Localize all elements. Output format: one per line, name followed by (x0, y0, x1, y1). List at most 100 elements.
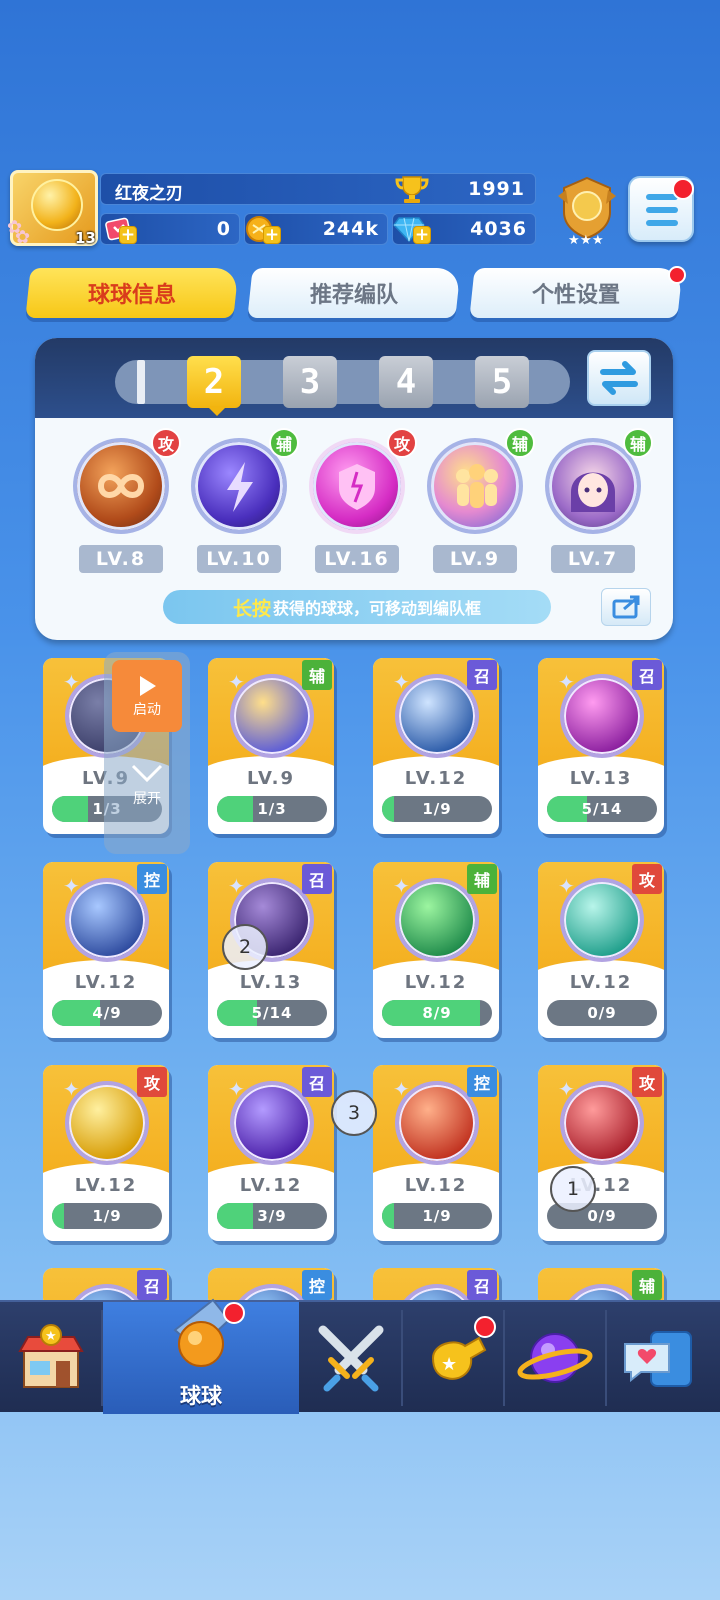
card-level: LV.12 (239, 1175, 303, 1196)
support-tag: 辅 (623, 428, 653, 458)
long-press-hint: 长按 获得的球球，可移动到编队框 (163, 590, 551, 624)
ball-card[interactable]: ✦ 攻 LV.12 0/9 (538, 1065, 664, 1241)
clone-figures-icon (456, 464, 498, 508)
player-avatar[interactable]: ✿ ✿ 13 (7, 170, 98, 248)
support-tag: 辅 (269, 428, 299, 458)
card-progress-bar: 1/9 (52, 1203, 162, 1229)
add-ticket-icon[interactable]: + (119, 226, 137, 244)
team-slot-5[interactable]: 5 (475, 356, 529, 408)
tag-label: 攻 (393, 435, 410, 454)
team-slot-4[interactable]: 4 (379, 356, 433, 408)
tag-label: 辅 (511, 435, 528, 454)
tap-marker-2[interactable]: 2 (222, 924, 268, 970)
hint-keyword: 长按 (232, 597, 271, 620)
support-tag: 辅 (632, 1270, 662, 1300)
tap-marker-1[interactable]: 1 (550, 1166, 596, 1212)
tab-recommended-team[interactable]: 推荐编队 (247, 268, 461, 318)
team-slot-3[interactable]: 3 (283, 356, 337, 408)
tag-label: 控 (473, 1074, 490, 1093)
sparkle-icon: ✦ (558, 1077, 575, 1101)
tag-label: 攻 (157, 435, 174, 454)
slot-number: 4 (395, 362, 417, 402)
card-progress-text: 5/14 (581, 800, 623, 818)
tag-label: 辅 (308, 667, 325, 686)
slot-number: 2 (203, 362, 225, 402)
girl-portrait-icon (571, 472, 615, 512)
sparkle-icon: ✦ (228, 1077, 245, 1101)
svg-text:★: ★ (580, 233, 592, 246)
add-gem-icon[interactable]: + (413, 226, 431, 244)
ticket-count: 0 (216, 218, 231, 240)
gem-bar[interactable]: + 4036 (392, 213, 536, 245)
card-progress-bar: 8/9 (382, 1000, 492, 1026)
launch-button[interactable]: 启动 (112, 660, 182, 732)
team-ball-level: LV.9 (433, 545, 517, 573)
attack-tag: 攻 (137, 1067, 167, 1097)
menu-icon-line (646, 220, 678, 226)
tap-marker-3[interactable]: 3 (331, 1090, 377, 1136)
ball-card[interactable]: ✦ 攻 LV.12 0/9 (538, 862, 664, 1038)
add-coin-icon[interactable]: + (263, 226, 281, 244)
attack-tag: 攻 (387, 428, 417, 458)
card-level: LV.12 (404, 1175, 468, 1196)
sparkle-icon: ✦ (558, 670, 575, 694)
ball-card[interactable]: ✦ 召 LV.13 5/14 (538, 658, 664, 834)
hint-text: 获得的球球，可移动到编队框 (273, 599, 482, 618)
shop-icon: ★ (18, 1324, 84, 1388)
share-button[interactable] (601, 588, 651, 626)
team-panel: 2 3 4 5 攻 LV.8 辅 LV.10 攻 LV.16 辅 LV.9 辅 … (35, 338, 673, 640)
nav-whistle[interactable]: ★ (402, 1302, 504, 1414)
tag-label: 召 (143, 1277, 160, 1296)
nav-ball[interactable]: 球球 (103, 1298, 299, 1414)
sparkle-icon: ✦ (393, 874, 410, 898)
card-progress-text: 0/9 (587, 1004, 617, 1022)
svg-text:★: ★ (568, 233, 580, 246)
coin-bar[interactable]: + 244k (244, 213, 388, 245)
marker-number: 3 (347, 1102, 361, 1124)
ball-card[interactable]: ✦ 召 LV.12 1/9 (373, 658, 499, 834)
card-progress-text: 8/9 (422, 1004, 452, 1022)
ball-card[interactable]: ✦ 控 LV.12 4/9 (43, 862, 169, 1038)
team-slot-2[interactable]: 2 (187, 356, 241, 408)
crossed-swords-icon (318, 1325, 384, 1392)
support-tag: 辅 (505, 428, 535, 458)
slot-number: 3 (299, 362, 321, 402)
team-slot-header: 2 3 4 5 (35, 338, 673, 418)
swap-team-button[interactable] (587, 350, 651, 406)
chevron-down-icon (131, 764, 163, 783)
attack-tag: 攻 (632, 864, 662, 894)
expand-button[interactable]: 展开 (112, 758, 182, 838)
control-tag: 控 (467, 1067, 497, 1097)
ball-card[interactable]: ✦ 辅 LV.9 1/3 (208, 658, 334, 834)
ticket-bar[interactable]: + 0 (100, 213, 240, 245)
card-level: LV.9 (247, 768, 295, 789)
card-level: LV.12 (404, 768, 468, 789)
support-tag: 辅 (302, 660, 332, 690)
summon-tag: 召 (467, 660, 497, 690)
ball-card[interactable]: ✦ 辅 LV.12 8/9 (373, 862, 499, 1038)
card-progress-bar: 1/3 (217, 796, 327, 822)
sparkle-icon: ✦ (393, 1077, 410, 1101)
card-progress-text: 1/3 (257, 800, 287, 818)
nav-battle[interactable] (300, 1302, 402, 1414)
tab-ball-info[interactable]: 球球信息 (25, 268, 239, 318)
ball-card[interactable]: ✦ 控 LV.12 1/9 (373, 1065, 499, 1241)
tag-label: 攻 (638, 1074, 655, 1093)
tag-label: 召 (308, 1074, 325, 1093)
tab-personal-settings[interactable]: 个性设置 (469, 268, 683, 318)
nav-shop[interactable]: ★ (0, 1302, 102, 1414)
svg-text:★: ★ (45, 1329, 57, 1344)
slot-1-edge[interactable] (137, 360, 145, 404)
player-name: 红夜之刃 (115, 184, 183, 204)
control-tag: 控 (137, 864, 167, 894)
nav-chat[interactable] (606, 1302, 708, 1414)
launch-label: 启动 (133, 702, 161, 718)
rank-badge-icon[interactable]: ★ ★ ★ (556, 176, 618, 246)
ball-card[interactable]: ✦ 召 LV.12 3/9 (208, 1065, 334, 1241)
nav-planet[interactable] (504, 1302, 606, 1414)
planet-icon (517, 1333, 593, 1383)
summon-tag: 召 (302, 864, 332, 894)
marker-number: 2 (238, 936, 252, 958)
player-level: 13 (75, 229, 96, 247)
ball-card[interactable]: ✦ 攻 LV.12 1/9 (43, 1065, 169, 1241)
